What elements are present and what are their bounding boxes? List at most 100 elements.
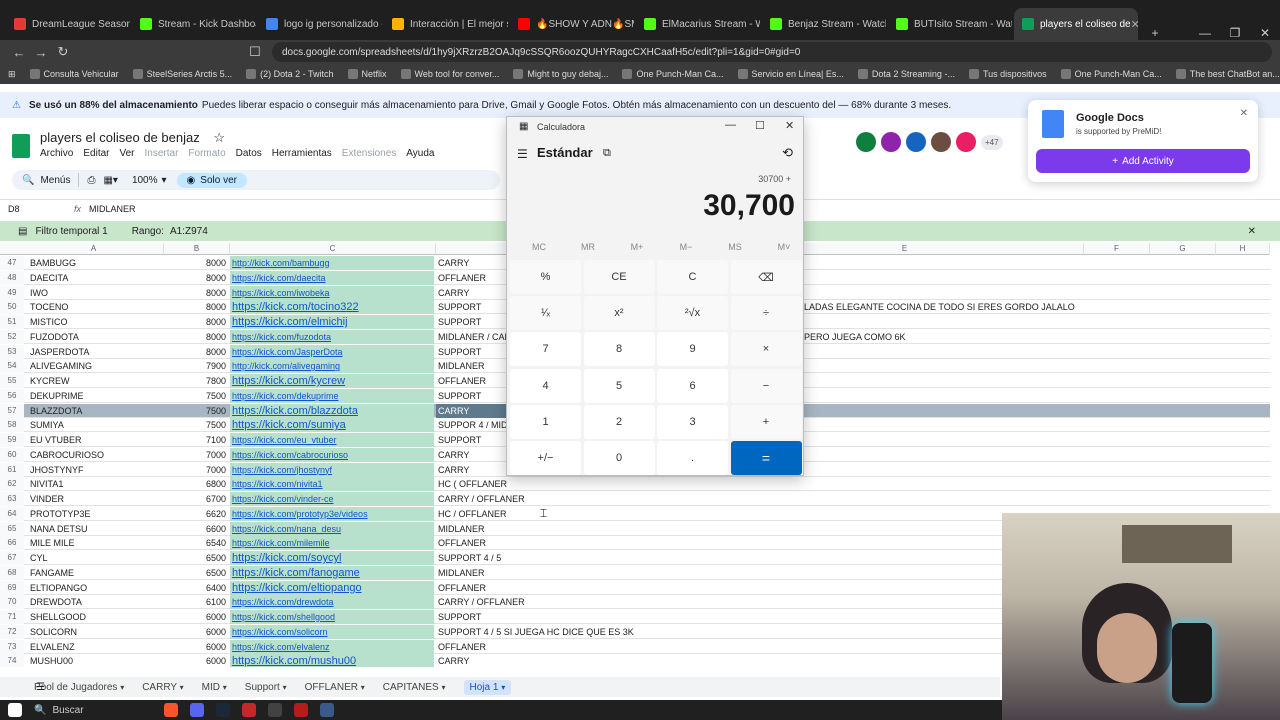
player-name-cell[interactable]: VINDER	[30, 492, 160, 506]
row-number[interactable]: 48	[0, 270, 24, 285]
role-cell[interactable]: MIDLANER	[436, 566, 726, 580]
note-cell[interactable]	[804, 359, 1204, 373]
role-cell[interactable]: SUPPORT 4 / 5	[436, 551, 726, 565]
calculator-key[interactable]: 5	[583, 368, 655, 403]
row-number[interactable]: 71	[0, 610, 24, 624]
mmr-cell[interactable]: 8000	[162, 256, 228, 270]
row-number[interactable]: 57	[0, 403, 24, 418]
kick-link-cell[interactable]: https://kick.com/jhostynyf	[230, 462, 434, 477]
row-number[interactable]: 69	[0, 580, 24, 595]
browser-tab[interactable]: 🔥SHOW Y ADN🔥SMASH	[510, 8, 634, 40]
row-number[interactable]: 62	[0, 477, 24, 492]
row-number[interactable]: 61	[0, 462, 24, 477]
mmr-cell[interactable]: 7900	[162, 359, 228, 373]
player-name-cell[interactable]: IWO	[30, 286, 160, 300]
avatar[interactable]	[906, 132, 926, 152]
row-number[interactable]: 52	[0, 329, 24, 344]
mmr-cell[interactable]: 7000	[162, 448, 228, 462]
note-cell[interactable]	[804, 389, 1204, 403]
player-name-cell[interactable]: KYCREW	[30, 374, 160, 388]
mmr-cell[interactable]: 6540	[162, 536, 228, 550]
kick-link-cell[interactable]: https://kick.com/fuzodota	[230, 329, 434, 344]
player-name-cell[interactable]: NANA DETSU	[30, 522, 160, 536]
row-number[interactable]: 74	[0, 654, 24, 667]
kick-link-cell[interactable]: https://kick.com/daecita	[230, 270, 434, 285]
steam-icon[interactable]	[215, 703, 230, 717]
row-number[interactable]: 58	[0, 418, 24, 433]
close-button[interactable]: ✕	[785, 119, 794, 132]
browser-tab[interactable]: Interacción | El mejor soft	[384, 8, 508, 40]
mmr-cell[interactable]: 6100	[162, 595, 228, 609]
apps-icon[interactable]: ⊞	[8, 69, 16, 80]
sheets-logo-icon[interactable]	[12, 134, 30, 158]
note-cell[interactable]	[804, 448, 1204, 462]
note-cell[interactable]	[804, 433, 1204, 447]
mmr-cell[interactable]: 6800	[162, 477, 228, 491]
calculator-key[interactable]: +	[730, 404, 802, 439]
mmr-cell[interactable]: 6000	[162, 610, 228, 624]
player-name-cell[interactable]: TOCENO	[30, 300, 160, 314]
note-cell[interactable]	[804, 256, 1204, 270]
bookmark-item[interactable]: Netflix	[347, 69, 387, 79]
restore-icon[interactable]: ❐	[1220, 26, 1250, 40]
player-name-cell[interactable]: EU VTUBER	[30, 433, 160, 447]
bookmark-item[interactable]: Tus dispositivos	[968, 69, 1047, 79]
bookmark-item[interactable]: (2) Dota 2 - Twitch	[246, 69, 334, 79]
kick-link-cell[interactable]: https://kick.com/blazzdota	[230, 403, 434, 418]
row-number[interactable]: 50	[0, 300, 24, 315]
back-icon[interactable]: ←	[8, 45, 30, 60]
mmr-cell[interactable]: 7500	[162, 389, 228, 403]
kick-link-cell[interactable]: https://kick.com/nivita1	[230, 477, 434, 492]
mmr-cell[interactable]: 7800	[162, 374, 228, 388]
player-name-cell[interactable]: BAMBUGG	[30, 256, 160, 270]
sheet-tab[interactable]: Pool de Jugadores ▾	[34, 682, 124, 693]
note-cell[interactable]	[804, 286, 1204, 300]
calculator-key[interactable]: 8	[583, 332, 655, 367]
role-cell[interactable]: OFFLANER	[436, 640, 726, 654]
role-cell[interactable]: SUPPORT	[436, 610, 726, 624]
mmr-cell[interactable]: 6700	[162, 492, 228, 506]
mmr-cell[interactable]: 6400	[162, 581, 228, 595]
player-name-cell[interactable]: MUSHU00	[30, 654, 160, 667]
calculator-key[interactable]: ÷	[730, 296, 802, 331]
kick-link-cell[interactable]: https://kick.com/solicorn	[230, 624, 434, 639]
note-cell[interactable]	[804, 374, 1204, 388]
maximize-button[interactable]: ☐	[755, 119, 765, 132]
formula-value[interactable]: MIDLANER	[89, 204, 136, 214]
kick-link-cell[interactable]: https://kick.com/vinder-ce	[230, 492, 434, 506]
calculator-key[interactable]: 2	[583, 404, 655, 439]
calculator-key[interactable]: ²√x	[657, 296, 728, 331]
row-number[interactable]: 59	[0, 433, 24, 447]
column-header[interactable]: C	[230, 243, 436, 255]
menu-ayuda[interactable]: Ayuda	[406, 148, 434, 159]
kick-link-cell[interactable]: https://kick.com/nana_desu	[230, 521, 434, 536]
row-number[interactable]: 67	[0, 551, 24, 565]
mmr-cell[interactable]: 6500	[162, 566, 228, 580]
mmr-cell[interactable]: 7000	[162, 463, 228, 477]
calculator-key[interactable]: =	[730, 441, 802, 475]
sheet-tab[interactable]: CAPITANES ▾	[383, 682, 446, 693]
close-window-icon[interactable]: ✕	[1250, 26, 1280, 40]
player-name-cell[interactable]: FUZODOTA	[30, 330, 160, 344]
bookmark-item[interactable]: Might to guy debaj...	[513, 69, 608, 79]
kick-link-cell[interactable]: https://kick.com/dekuprime	[230, 388, 434, 403]
sheet-tab[interactable]: MID ▾	[202, 682, 227, 693]
kick-link-cell[interactable]: https://kick.com/tocino322	[230, 300, 434, 315]
player-name-cell[interactable]: FANGAME	[30, 566, 160, 580]
row-number[interactable]: 64	[0, 506, 24, 521]
history-icon[interactable]: ⟲	[782, 145, 793, 161]
calculator-key[interactable]: .	[657, 441, 728, 475]
view-only-button[interactable]: ◉ Solo ver	[176, 172, 247, 188]
sheet-tab[interactable]: CARRY ▾	[142, 682, 183, 693]
row-number[interactable]: 51	[0, 315, 24, 329]
add-activity-button[interactable]: + Add Activity	[1036, 149, 1250, 173]
note-cell[interactable]	[804, 315, 1204, 329]
chevron-down-icon[interactable]: ▾	[162, 175, 167, 186]
discord-icon[interactable]	[189, 703, 204, 717]
close-icon[interactable]: ✕	[1240, 108, 1248, 119]
kick-link-cell[interactable]: http://kick.com/alivegaming	[230, 359, 434, 374]
browser-tab[interactable]: DreamLeague Season 25	[6, 8, 130, 40]
kick-link-cell[interactable]: https://kick.com/iwobeka	[230, 285, 434, 300]
mmr-cell[interactable]: 7500	[162, 404, 228, 418]
bookmark-item[interactable]: SteelSeries Arctis 5...	[132, 69, 232, 79]
